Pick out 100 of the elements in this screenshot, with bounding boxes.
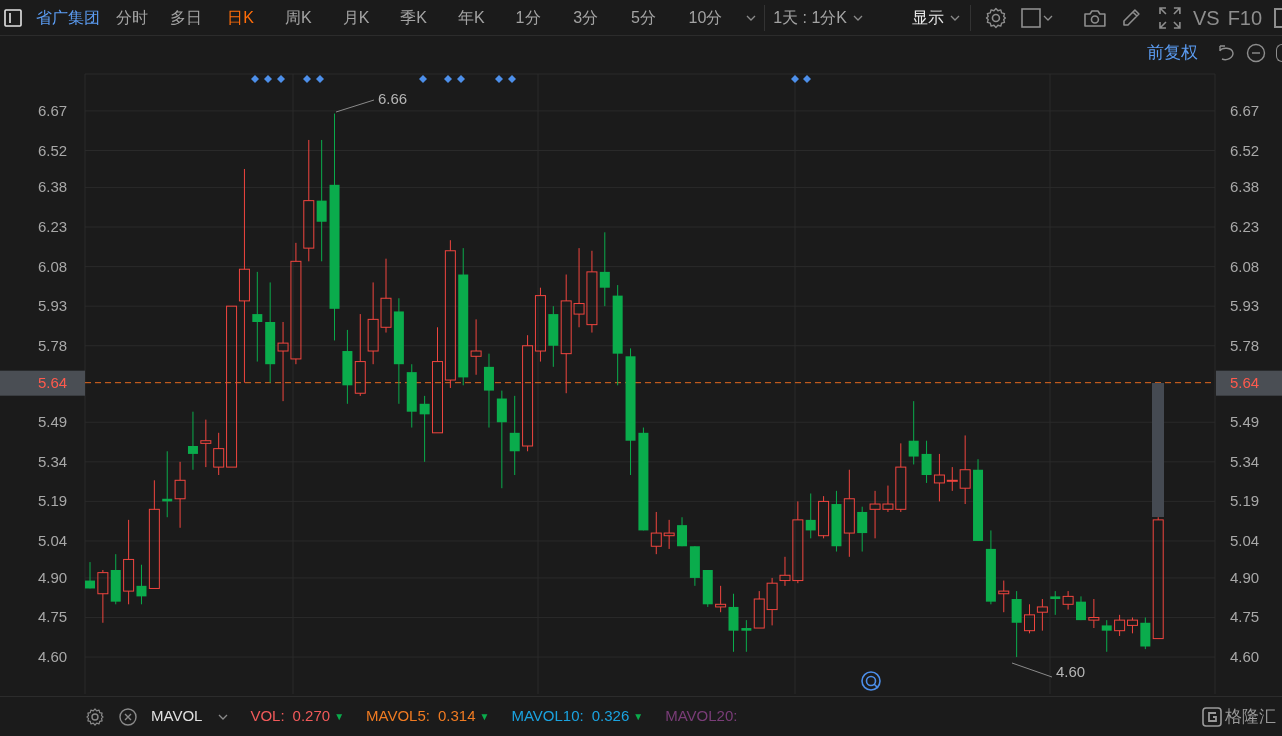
zoom-out-icon[interactable] bbox=[1246, 43, 1266, 63]
axis-label: 4.75 bbox=[38, 608, 68, 626]
candlestick bbox=[677, 516, 687, 547]
diamond-marker-icon bbox=[508, 75, 516, 83]
range-dropdown[interactable]: 1天 : 1分K bbox=[773, 5, 903, 30]
camera-icon[interactable] bbox=[1083, 7, 1108, 28]
axis-label: 4.60 bbox=[1230, 648, 1260, 666]
diamond-marker-icon bbox=[316, 75, 324, 83]
period-tab[interactable]: 分时 bbox=[116, 5, 170, 30]
candlestick bbox=[162, 450, 173, 518]
period-tab[interactable]: 月K bbox=[342, 5, 401, 30]
panel-icon[interactable] bbox=[4, 8, 22, 27]
stock-name[interactable]: 省广集团 bbox=[36, 5, 100, 30]
axis-label: 5.04 bbox=[38, 532, 68, 549]
indicator-label: VOL: bbox=[250, 706, 285, 727]
candlestick bbox=[857, 506, 868, 553]
settings-icon[interactable] bbox=[86, 707, 104, 726]
undo-icon[interactable] bbox=[1216, 43, 1236, 63]
axis-label: 5.78 bbox=[1230, 336, 1260, 354]
axis-label: 6.38 bbox=[38, 178, 68, 196]
vs-button[interactable]: VS bbox=[1192, 2, 1220, 33]
display-dropdown[interactable]: 显示 bbox=[912, 5, 961, 30]
axis-label: 6.08 bbox=[1230, 257, 1260, 275]
caret-icon[interactable] bbox=[218, 713, 229, 720]
candlestick bbox=[908, 400, 919, 465]
candlestick bbox=[1088, 598, 1100, 629]
axis-label: 4.90 bbox=[38, 568, 68, 586]
caret-icon[interactable] bbox=[746, 14, 757, 21]
candlestick bbox=[97, 569, 109, 624]
fullscreen-icon[interactable] bbox=[1159, 6, 1181, 29]
caret-icon[interactable] bbox=[1043, 14, 1054, 21]
axis-label: 5.19 bbox=[38, 492, 68, 510]
period-tab[interactable]: 多日 bbox=[169, 5, 228, 30]
axis-label: 5.93 bbox=[1230, 297, 1260, 315]
period-tab[interactable]: 日K bbox=[227, 5, 285, 30]
target-icon bbox=[861, 671, 881, 691]
candlestick bbox=[689, 545, 700, 587]
diamond-marker-icon bbox=[495, 75, 503, 83]
logo-icon bbox=[1202, 706, 1222, 727]
low-price-label: 4.60 bbox=[1056, 663, 1086, 680]
axis-label: 6.52 bbox=[1230, 141, 1260, 159]
indicator-dropdown[interactable]: MAVOL bbox=[151, 705, 229, 728]
adjust-mode-button[interactable]: 前复权 bbox=[1147, 40, 1198, 66]
leader-line bbox=[1011, 662, 1053, 678]
candlestick bbox=[1036, 598, 1048, 632]
candlestick bbox=[753, 590, 765, 629]
diamond-marker-icon bbox=[277, 75, 285, 83]
pencil-icon[interactable] bbox=[1121, 7, 1142, 28]
price-tag bbox=[1216, 370, 1282, 396]
diamond-marker-icon bbox=[264, 75, 272, 83]
candlestick bbox=[1126, 617, 1138, 634]
f10-button[interactable]: F10 bbox=[1227, 2, 1263, 33]
square-icon[interactable] bbox=[1021, 7, 1042, 28]
last-price-label: 5.64 bbox=[1230, 373, 1260, 391]
axis-label: 4.75 bbox=[1230, 608, 1260, 626]
trend-arrow: ▼ bbox=[334, 710, 345, 724]
caret-icon[interactable] bbox=[853, 14, 864, 21]
diamond-marker-icon bbox=[251, 75, 259, 83]
close-icon[interactable] bbox=[119, 707, 137, 726]
axis-label: 5.49 bbox=[38, 413, 68, 431]
period-tab[interactable]: 季K bbox=[400, 5, 458, 30]
candlestick bbox=[174, 461, 186, 529]
settings-icon[interactable] bbox=[985, 6, 1008, 29]
period-tab[interactable]: 周K bbox=[285, 5, 343, 30]
logo-text: 格隆汇 bbox=[1225, 705, 1276, 728]
indicator-value: 0.314 bbox=[437, 706, 476, 727]
high-price-label: 6.66 bbox=[378, 90, 408, 107]
candlestick bbox=[1024, 603, 1035, 634]
axis-label: 5.93 bbox=[38, 297, 68, 315]
axis-label: 6.23 bbox=[38, 218, 68, 235]
period-tab[interactable]: 10分 bbox=[688, 5, 747, 30]
axis-label: 6.23 bbox=[1230, 218, 1260, 235]
axis-label: 4.60 bbox=[38, 648, 68, 666]
diamond-marker-icon bbox=[444, 75, 452, 83]
candlestick bbox=[702, 569, 713, 608]
candlestick bbox=[1101, 619, 1112, 653]
candlestick bbox=[200, 419, 212, 468]
period-tab[interactable]: 1分 bbox=[515, 5, 574, 30]
candlestick bbox=[110, 553, 121, 605]
diamond-marker-icon bbox=[791, 75, 799, 83]
axis-label: 5.34 bbox=[38, 452, 68, 470]
caret-icon[interactable] bbox=[950, 14, 961, 21]
candlestick bbox=[741, 619, 752, 653]
period-tab[interactable]: 5分 bbox=[630, 5, 689, 30]
trend-arrow: ▼ bbox=[479, 710, 490, 724]
period-tab[interactable]: 3分 bbox=[573, 5, 631, 30]
candlestick bbox=[663, 519, 675, 550]
indicator-label: MAVOL10: bbox=[511, 706, 584, 727]
candlestick bbox=[406, 363, 417, 429]
candlestick bbox=[85, 561, 95, 589]
last-price-label: 5.64 bbox=[38, 373, 68, 391]
diamond-marker-icon bbox=[303, 75, 311, 83]
candlestick bbox=[187, 411, 198, 471]
axis-label: 6.67 bbox=[38, 101, 68, 119]
axis-label: 5.04 bbox=[1230, 532, 1260, 549]
period-tab[interactable]: 年K bbox=[457, 5, 516, 30]
axis-label: 6.67 bbox=[1230, 101, 1260, 119]
trend-arrow: ▼ bbox=[633, 710, 644, 724]
axis-label: 4.90 bbox=[1230, 568, 1260, 586]
layout-dropdown[interactable] bbox=[1021, 7, 1054, 28]
